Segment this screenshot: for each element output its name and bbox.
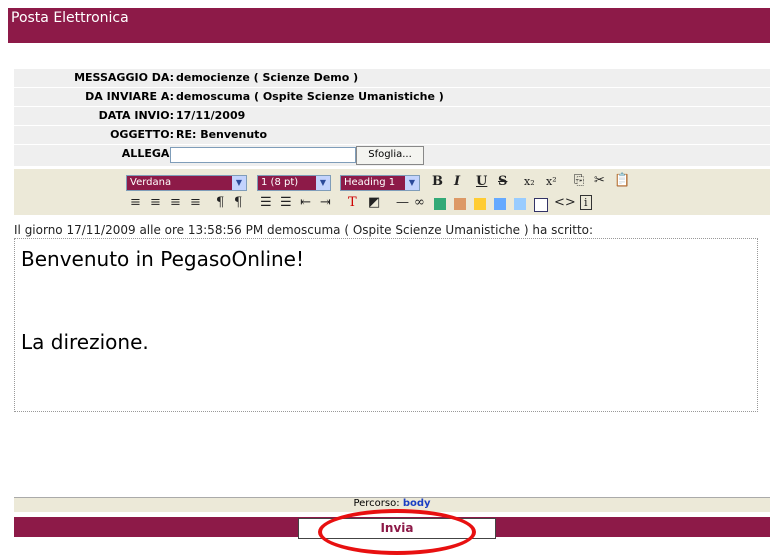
app-title: Posta Elettronica [11,10,129,26]
copy-icon[interactable]: ⎘ [574,173,584,188]
justify-icon[interactable]: ≡ [190,195,201,210]
date-row: DATA INVIO: 17/11/2009 [14,107,770,125]
format-select-value: Heading 1 [344,177,396,188]
font-select-value: Verdana [130,177,172,188]
source-code-icon[interactable]: <> [554,195,576,210]
bold-button[interactable]: B [432,174,443,189]
subject-value: RE: Benvenuto [176,128,267,141]
font-select[interactable]: Verdana ▼ [126,175,247,191]
browse-button[interactable]: Sfoglia... [356,146,424,165]
editor-toolbar: Verdana ▼ 1 (8 pt) ▼ Heading 1 ▼ B I U S… [14,169,770,215]
attach-row: ALLEGA: Sfoglia... [14,145,770,166]
path-value[interactable]: body [403,498,431,509]
app-title-bar: Posta Elettronica [8,8,770,43]
table-icon[interactable] [534,198,548,212]
message-line-1: Benvenuto in PegasoOnline! [21,247,305,271]
outdent-icon[interactable]: ⇤ [300,195,311,210]
to-label: DA INVIARE A: [85,90,174,103]
quote-line: Il giorno 17/11/2009 alle ore 13:58:56 P… [14,223,594,237]
from-value: democienze ( Scienze Demo ) [176,71,359,84]
chevron-down-icon: ▼ [232,176,246,190]
subject-row: OGGETTO: RE: Benvenuto [14,126,770,144]
message-line-2: La direzione. [21,330,149,354]
attach-label: ALLEGA: [121,147,174,160]
numbered-list-icon[interactable]: ☰ [260,195,272,210]
message-editor[interactable]: Benvenuto in PegasoOnline! La direzione. [14,238,758,412]
align-center-icon[interactable]: ≡ [150,195,161,210]
document-icon[interactable] [514,198,526,210]
attach-file-input[interactable] [170,147,356,163]
edit-image-icon[interactable] [454,198,466,210]
strikethrough-button[interactable]: S [498,174,507,189]
cut-icon[interactable]: ✂ [594,173,605,188]
horizontal-rule-icon[interactable]: — [396,195,409,210]
superscript-icon[interactable]: x² [546,175,557,188]
from-row: MESSAGGIO DA: democienze ( Scienze Demo … [14,69,770,87]
to-value: demoscuma ( Ospite Scienze Umanistiche ) [176,90,444,103]
highlight-color-icon[interactable]: ◩ [368,195,380,210]
rtl-icon[interactable]: ¶ [234,195,242,210]
path-label: Percorso: [353,498,400,509]
smiley-icon[interactable] [494,198,506,210]
cleanup-icon[interactable] [474,198,486,210]
to-row: DA INVIARE A: demoscuma ( Ospite Scienze… [14,88,770,106]
highlight-circle [318,509,476,555]
subject-label: OGGETTO: [110,128,174,141]
chevron-down-icon: ▼ [405,176,419,190]
subscript-icon[interactable]: x₂ [524,175,535,188]
image-icon[interactable] [434,198,446,210]
text-color-icon[interactable]: T [348,195,357,210]
info-icon[interactable]: i [580,195,592,210]
chevron-down-icon: ▼ [316,176,330,190]
size-select-value: 1 (8 pt) [261,177,299,188]
date-value: 17/11/2009 [176,109,246,122]
italic-button[interactable]: I [454,174,460,189]
format-select[interactable]: Heading 1 ▼ [340,175,420,191]
indent-icon[interactable]: ⇥ [320,195,331,210]
paste-icon[interactable]: 📋 [614,173,630,188]
ltr-icon[interactable]: ¶ [216,195,224,210]
size-select[interactable]: 1 (8 pt) ▼ [257,175,331,191]
date-label: DATA INVIO: [98,109,174,122]
link-icon[interactable]: ∞ [414,195,425,210]
underline-button[interactable]: U [476,174,487,189]
from-label: MESSAGGIO DA: [74,71,174,84]
align-right-icon[interactable]: ≡ [170,195,181,210]
bullet-list-icon[interactable]: ☰ [280,195,292,210]
align-left-icon[interactable]: ≡ [130,195,141,210]
